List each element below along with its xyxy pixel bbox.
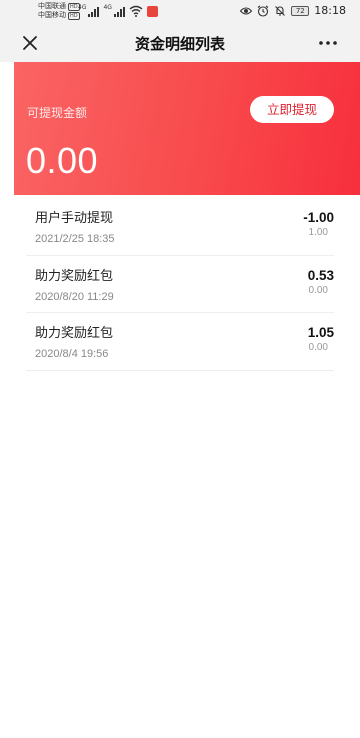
signal-2-icon: 4G	[103, 4, 125, 17]
mute-bell-icon	[275, 5, 286, 16]
network-2-label: 4G	[103, 4, 112, 11]
page-title: 资金明细列表	[134, 35, 225, 53]
transaction-date: 2021/2/25 18:35	[35, 233, 115, 245]
wifi-icon	[129, 5, 143, 17]
transaction-title: 助力奖励红包	[35, 268, 114, 284]
eye-icon	[240, 6, 253, 15]
transaction-amount: 0.53	[307, 267, 334, 283]
withdraw-button[interactable]: 立即提现	[250, 96, 334, 123]
list-item[interactable]: 用户手动提现 2021/2/25 18:35 -1.00 1.00	[26, 198, 334, 256]
app-notification-icon	[146, 6, 158, 17]
balance-label: 可提现金额	[27, 106, 88, 120]
status-right: 72 18:18	[240, 4, 346, 17]
more-icon[interactable]	[316, 35, 340, 51]
transaction-sub-amount: 0.00	[308, 342, 328, 353]
transaction-title: 助力奖励红包	[35, 326, 114, 341]
carrier-2-label: 中国移动	[38, 11, 66, 19]
transaction-title: 用户手动提现	[35, 211, 114, 226]
transaction-list: 用户手动提现 2021/2/25 18:35 -1.00 1.00 助力奖励红包…	[26, 198, 334, 371]
carrier-info: 中国联通 HD 中国移动 HD	[38, 2, 80, 20]
battery-icon: 72	[291, 5, 310, 16]
balance-amount: 0.00	[26, 140, 99, 181]
signal-group: 4G 4G	[78, 5, 158, 17]
transaction-sub-amount: 1.00	[308, 227, 328, 238]
transaction-amount: -1.00	[303, 210, 334, 225]
transaction-date: 2020/8/4 19:56	[35, 348, 109, 360]
nav-bar: 资金明细列表	[0, 24, 360, 62]
transaction-amount: 1.05	[307, 325, 334, 340]
clock: 18:18	[314, 4, 346, 17]
list-item[interactable]: 助力奖励红包 2020/8/4 19:56 1.05 0.00	[26, 313, 334, 371]
transaction-date: 2020/8/20 11:29	[35, 290, 114, 303]
list-item[interactable]: 助力奖励红包 2020/8/20 11:29 0.53 0.00	[26, 256, 334, 313]
network-1-label: 4G	[78, 4, 87, 11]
signal-1-icon: 4G	[78, 4, 100, 17]
transaction-sub-amount: 0.00	[308, 284, 328, 296]
balance-card: 可提现金额 立即提现 0.00	[14, 62, 360, 195]
status-bar: 中国联通 HD 中国移动 HD 4G 4G 72 18:18	[0, 0, 360, 24]
carrier-1-label: 中国联通	[38, 2, 66, 10]
alarm-icon	[257, 5, 269, 17]
